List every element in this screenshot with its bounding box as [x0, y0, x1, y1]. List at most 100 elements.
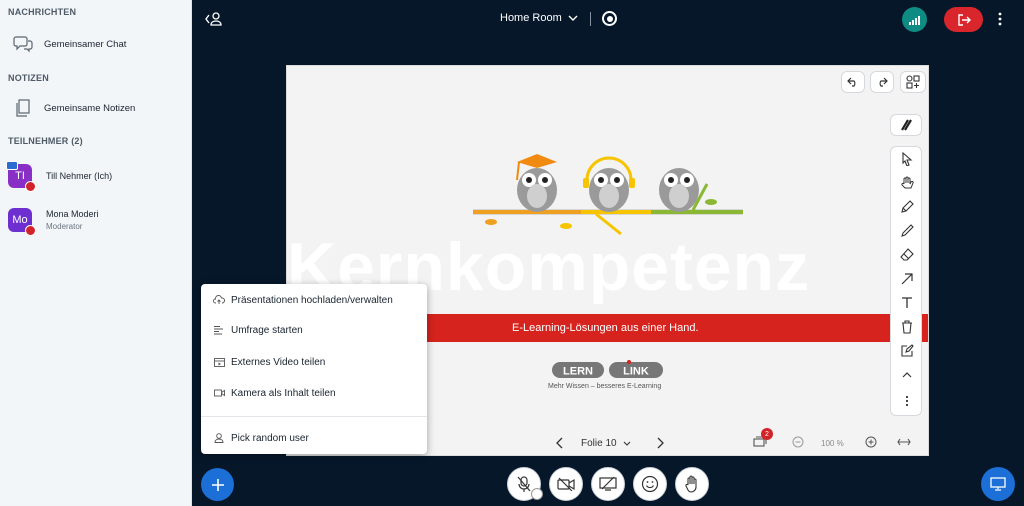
- collapse-toolbar-button[interactable]: [899, 367, 915, 383]
- menu-divider: [201, 416, 427, 417]
- menu-item-start-poll[interactable]: Umfrage starten: [213, 322, 303, 338]
- clear-tool[interactable]: [899, 319, 915, 335]
- slides-count-badge: 2: [761, 428, 773, 440]
- notes-icon: [12, 97, 34, 119]
- connection-status-button[interactable]: [902, 7, 927, 32]
- actions-button[interactable]: [201, 468, 234, 501]
- presentation-icon: [990, 477, 1006, 491]
- toolbar-toggle-button[interactable]: [890, 114, 922, 136]
- slide-pager: Folie 10: [555, 437, 665, 449]
- toggle-userlist-button[interactable]: [204, 11, 224, 27]
- cloud-upload-icon: [213, 294, 225, 306]
- lightning-icon: [901, 119, 912, 131]
- screen-off-icon: [599, 477, 617, 491]
- audio-options-button[interactable]: [531, 488, 543, 500]
- user-icon: [205, 12, 222, 26]
- presenter-icon: [6, 161, 18, 170]
- zoom-level: 100 %: [821, 439, 844, 448]
- muted-mic-icon: [25, 225, 36, 236]
- eraser-icon: [900, 248, 914, 261]
- pen-tool[interactable]: [899, 199, 915, 215]
- slide-number: Folie 10: [581, 437, 617, 449]
- menu-item-share-external-video[interactable]: Externes Video teilen: [213, 354, 325, 370]
- sidebar-item-label: Gemeinsamer Chat: [44, 38, 127, 50]
- slide-select[interactable]: Folie 10: [581, 438, 631, 449]
- menu-item-upload-presentation[interactable]: Präsentationen hochladen/verwalten: [213, 292, 393, 308]
- video-button[interactable]: [549, 467, 583, 501]
- slides-button[interactable]: 2: [753, 428, 773, 447]
- trash-icon: [902, 320, 912, 334]
- arrow-icon: [901, 273, 913, 285]
- user-list-item[interactable]: TI Till Nehmer (Ich): [6, 161, 113, 192]
- pencil-icon: [901, 224, 914, 237]
- previous-slide-button[interactable]: [555, 437, 563, 449]
- mute-button[interactable]: [507, 467, 543, 501]
- minus-circle-icon: [792, 436, 804, 448]
- topbar: Home Room: [192, 0, 1024, 38]
- pointer-icon: [902, 152, 913, 166]
- sidebar-item-shared-notes[interactable]: Gemeinsame Notizen: [12, 96, 135, 120]
- chat-icon: [12, 33, 34, 55]
- menu-item-share-camera[interactable]: Kamera als Inhalt teilen: [213, 385, 336, 401]
- camera-icon: [213, 387, 225, 399]
- undo-button[interactable]: [841, 71, 865, 93]
- pen-icon: [901, 200, 914, 213]
- undo-icon: [847, 77, 856, 87]
- chevron-down-icon: [623, 441, 630, 446]
- whiteboard-toolbar: [890, 146, 922, 416]
- plus-icon: [211, 478, 224, 491]
- user-list-item[interactable]: Mo Mona Moderi Moderator: [8, 208, 99, 236]
- muted-mic-icon: [25, 181, 36, 192]
- arrow-tool[interactable]: [899, 271, 915, 287]
- zoom-in-button[interactable]: [865, 436, 877, 448]
- reactions-button[interactable]: [633, 467, 667, 501]
- sidebar: NACHRICHTEN Gemeinsamer Chat NOTIZEN Gem…: [0, 0, 192, 506]
- menu-item-label: Pick random user: [231, 432, 309, 444]
- zoom-out-button[interactable]: [792, 436, 804, 448]
- menu-item-label: Präsentationen hochladen/verwalten: [231, 294, 393, 306]
- divider: [590, 12, 591, 26]
- screenshare-button[interactable]: [591, 467, 625, 501]
- participants-header: TEILNEHMER (2): [8, 136, 83, 146]
- pencil-tool[interactable]: [899, 223, 915, 239]
- edit-icon: [901, 344, 914, 357]
- avatar-initials: TI: [15, 170, 25, 182]
- text-tool[interactable]: [899, 295, 915, 311]
- presentation-toggle-button[interactable]: [981, 467, 1015, 501]
- sidebar-item-public-chat[interactable]: Gemeinsamer Chat: [12, 32, 126, 56]
- room-title-dropdown[interactable]: Home Room: [500, 12, 578, 24]
- video-icon: [213, 356, 225, 368]
- menu-item-label: Kamera als Inhalt teilen: [231, 387, 336, 399]
- edit-tool[interactable]: [899, 343, 915, 359]
- select-tool[interactable]: [899, 151, 915, 167]
- redo-button[interactable]: [870, 71, 894, 93]
- user-icon: [213, 432, 225, 444]
- slide-band-text: E-Learning-Lösungen aus einer Hand.: [512, 322, 699, 334]
- actions-menu: Präsentationen hochladen/verwalten Umfra…: [201, 284, 427, 454]
- expand-horizontal-icon: [897, 438, 911, 446]
- multi-user-button[interactable]: [900, 71, 926, 93]
- raise-hand-button[interactable]: [675, 467, 709, 501]
- smiley-icon: [641, 475, 659, 493]
- pan-tool[interactable]: [899, 175, 915, 191]
- poll-icon: [213, 324, 225, 336]
- messages-header: NACHRICHTEN: [8, 7, 77, 17]
- leave-meeting-button[interactable]: [944, 7, 983, 32]
- menu-item-pick-random-user[interactable]: Pick random user: [213, 430, 309, 446]
- grid-plus-icon: [906, 75, 920, 89]
- eraser-tool[interactable]: [899, 247, 915, 263]
- chevron-left-icon: [556, 437, 563, 449]
- user-name: Till Nehmer (Ich): [46, 171, 113, 181]
- options-menu-button[interactable]: [998, 12, 1002, 26]
- chevron-down-icon: [568, 15, 578, 21]
- lernlink-logo-image: LERN LINK: [552, 360, 663, 378]
- sidebar-item-label: Gemeinsame Notizen: [44, 102, 136, 114]
- hand-icon: [901, 176, 914, 189]
- next-slide-button[interactable]: [657, 437, 665, 449]
- mic-off-icon: [517, 476, 531, 492]
- user-name: Mona Moderi: [46, 209, 99, 219]
- more-tools-button[interactable]: [899, 393, 915, 409]
- record-button[interactable]: [602, 11, 617, 26]
- fit-width-button[interactable]: [897, 437, 911, 447]
- avatar-initials: Mo: [12, 214, 28, 226]
